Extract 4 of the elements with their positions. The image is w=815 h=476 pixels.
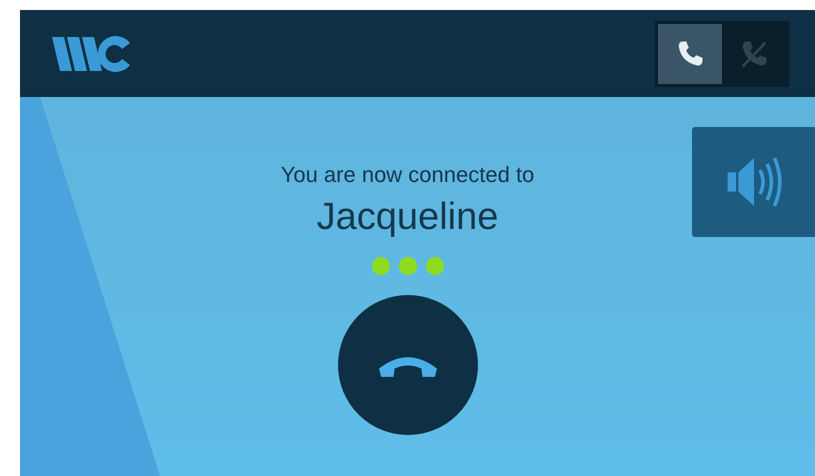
phone-off-icon [739,38,769,68]
status-message: You are now connected to [280,162,534,188]
call-mode-button[interactable] [658,24,722,84]
contact-name: Jacqueline [316,196,498,239]
